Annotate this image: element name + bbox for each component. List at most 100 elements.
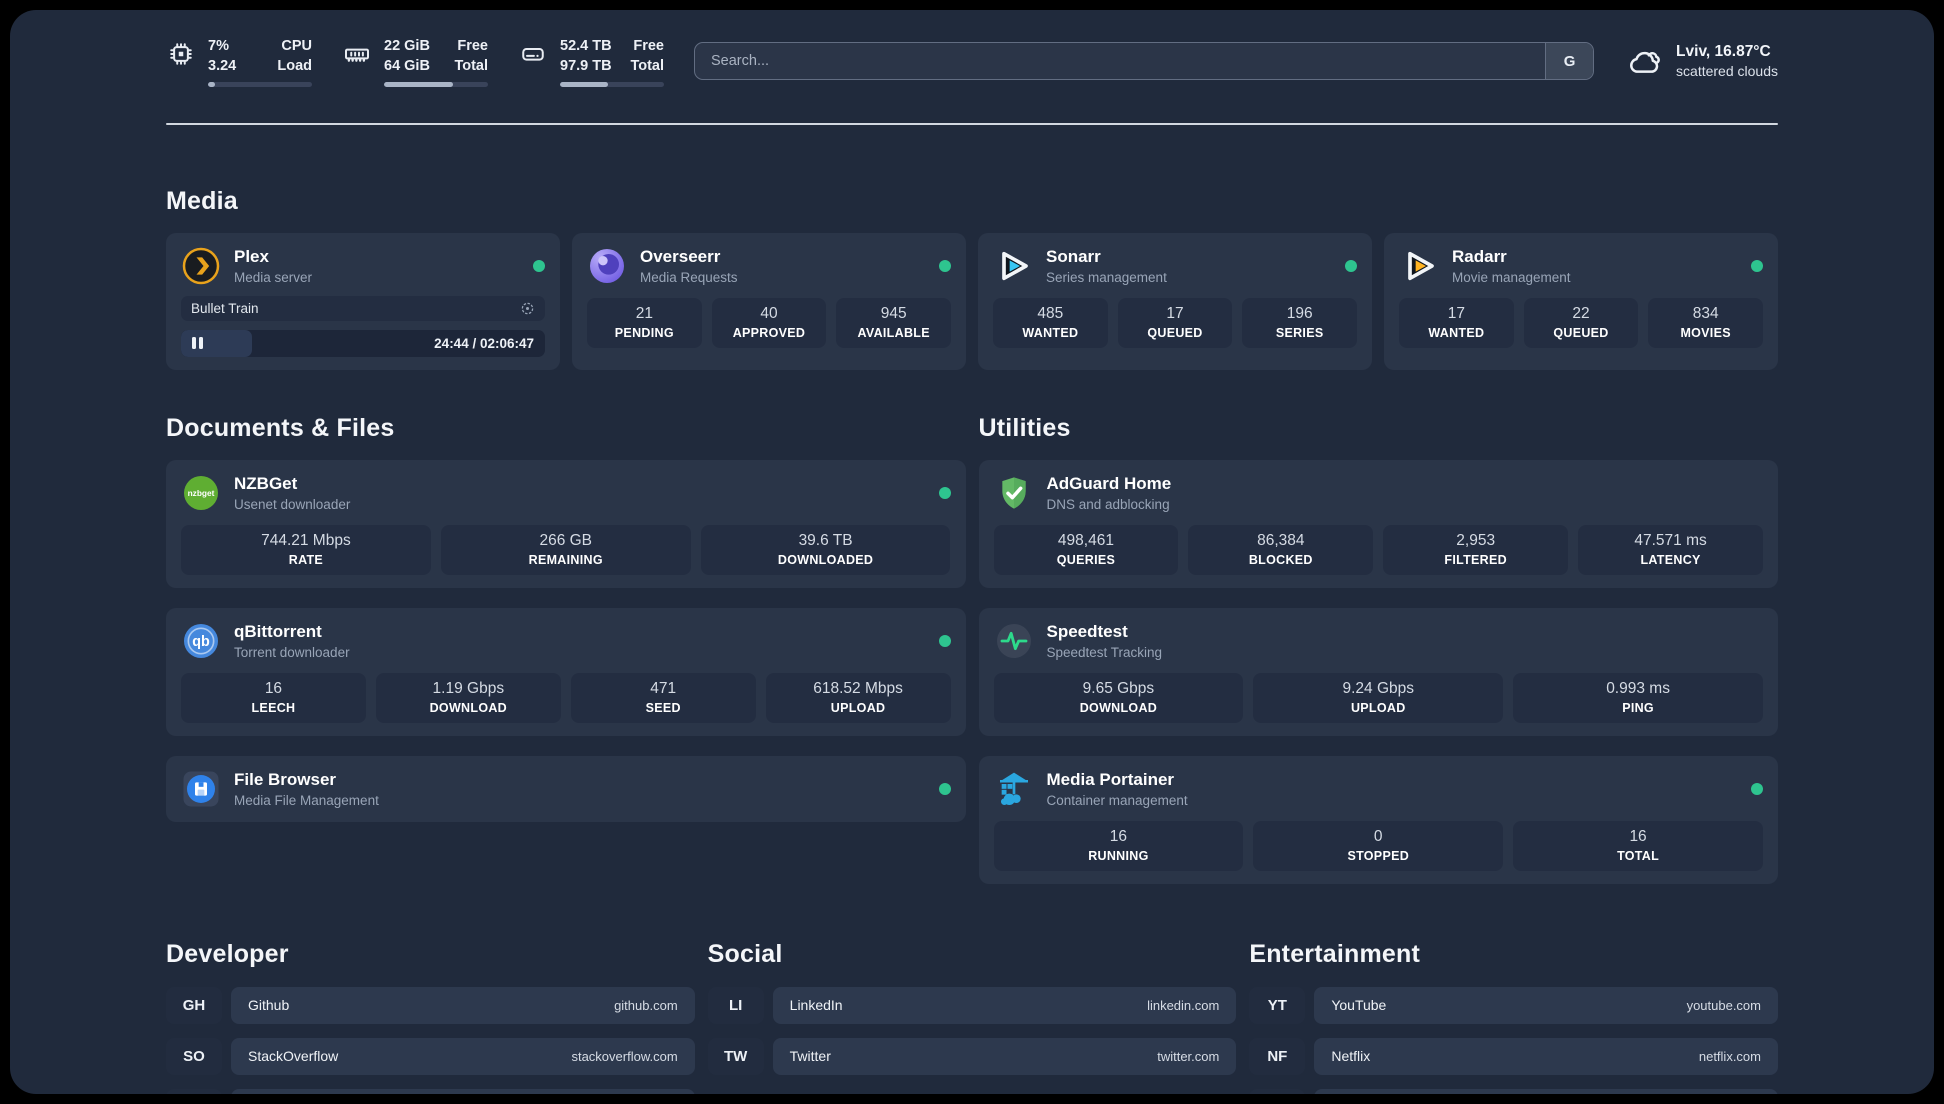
app-card-nzbget[interactable]: nzbget NZBGet Usenet downloader 744.21 M… (166, 459, 966, 588)
memory-stat: 22 GiB 64 GiB Free Total (342, 36, 488, 87)
weather-location-temp: Lviv, 16.87°C (1676, 43, 1771, 61)
cpu-progressbar (208, 81, 312, 87)
stat-tile: 2,953 FILTERED (1383, 524, 1569, 575)
playback-time: 24:44 / 02:06:47 (434, 335, 534, 351)
link-abbr[interactable]: GH (166, 986, 222, 1024)
link-row-github[interactable]: GH Github github.com (166, 986, 695, 1024)
stat-tile: 266 GB REMAINING (440, 524, 691, 575)
link-url: stackoverflow.com (571, 1048, 678, 1064)
status-dot-online (938, 634, 951, 647)
app-description: Media Requests (640, 269, 738, 285)
cpu-percent: 7% (208, 38, 229, 54)
ram-icon (345, 48, 370, 62)
app-card-portainer[interactable]: Media Portainer Container management 16 … (978, 755, 1778, 884)
link-label: Twitter (789, 1048, 831, 1065)
ram-free: 22 GiB (384, 38, 430, 54)
stat-tile: 22 QUEUED (1523, 297, 1639, 348)
link-row-twitter[interactable]: TW Twitter twitter.com (707, 1037, 1237, 1075)
app-name: Plex (234, 246, 269, 266)
stat-tile: 0 STOPPED (1253, 820, 1504, 871)
window-frame: 7% 3.24 CPU Load 22 GiB 64 GiB Free Tota… (0, 0, 1944, 1104)
app-card-overseerr[interactable]: Overseerr Media Requests 21 PENDING 40 A… (572, 232, 966, 370)
app-card-radarr[interactable]: Radarr Movie management 17 WANTED 22 QUE… (1384, 232, 1778, 370)
link-abbr[interactable]: SO (166, 1037, 222, 1075)
header-divider (166, 122, 1778, 125)
app-name: Sonarr (1046, 246, 1101, 266)
cloud-icon (1630, 52, 1660, 74)
stat-tile: 744.21 Mbps RATE (181, 524, 431, 575)
links-section-entertainment: Entertainment YT YouTube youtube.com NF … (1249, 940, 1778, 1094)
radarr-icon (1408, 251, 1434, 280)
status-dot-online (533, 259, 545, 272)
cpu-stat: 7% 3.24 CPU Load (166, 36, 312, 87)
ram-total: 64 GiB (384, 58, 430, 75)
now-playing-title: Bullet Train (191, 300, 259, 316)
app-description: Speedtest Tracking (1046, 644, 1163, 660)
stat-tile: 21 PENDING (587, 297, 702, 348)
link-abbr[interactable]: NF (1249, 1037, 1306, 1075)
link-abbr[interactable]: LI (707, 986, 764, 1024)
app-name: Speedtest (1046, 621, 1128, 641)
link-url: github.com (614, 997, 678, 1013)
now-playing-row: Bullet Train (181, 295, 545, 321)
link-row-youtube[interactable]: YT YouTube youtube.com (1249, 986, 1778, 1024)
app-description: Container management (1046, 792, 1188, 808)
cpu-load: 3.24 (208, 58, 237, 75)
app-card-plex[interactable]: Plex Media server Bullet Train 24:44 / 0… (166, 232, 560, 370)
link-abbr[interactable]: DT (166, 1088, 222, 1094)
section-title-utilities: Utilities (978, 413, 1071, 442)
stat-tile: 485 WANTED (993, 297, 1108, 348)
cpu-icon (170, 43, 192, 65)
link-abbr[interactable]: YT (1249, 986, 1306, 1024)
ram-progressbar (384, 81, 488, 87)
utilities-column: Utilities AdGuard Home DNS and adblockin… (978, 413, 1778, 884)
app-card-sonarr[interactable]: Sonarr Series management 485 WANTED 17 Q… (978, 232, 1372, 370)
app-card-filebrowser[interactable]: File Browser Media File Management (166, 755, 966, 822)
link-row-dev[interactable]: DT DEV dev.to (166, 1088, 695, 1094)
cog-icon[interactable] (520, 301, 535, 316)
pause-icon[interactable] (192, 337, 203, 350)
filebrowser-icon (183, 771, 219, 807)
stat-tile: 16 RUNNING (993, 820, 1244, 871)
stat-tile: 1.19 Gbps DOWNLOAD (375, 672, 561, 723)
link-abbr[interactable]: RE (1249, 1088, 1306, 1094)
search-input[interactable] (695, 43, 1546, 80)
link-row-stackoverflow[interactable]: SO StackOverflow stackoverflow.com (166, 1037, 695, 1075)
playback-progressbar[interactable]: 24:44 / 02:06:47 (181, 329, 545, 357)
app-description: Media server (234, 269, 313, 285)
status-dot-online (1751, 782, 1763, 795)
status-dot-online (938, 486, 951, 499)
stat-tile: 834 MOVIES (1648, 297, 1763, 348)
nzbget-icon: nzbget (184, 475, 218, 510)
app-card-qbittorrent[interactable]: qb qBittorrent Torrent downloader 16 LEE… (166, 607, 966, 736)
app-description: Movie management (1452, 269, 1571, 285)
link-label: StackOverflow (248, 1048, 339, 1065)
search-engine-button[interactable]: G (1545, 43, 1594, 80)
app-card-speedtest[interactable]: Speedtest Speedtest Tracking 9.65 Gbps D… (978, 607, 1778, 736)
ram-total-label: Total (454, 58, 488, 75)
speedtest-icon (996, 623, 1031, 658)
link-row-reddit[interactable]: RE Reddit reddit.com (1249, 1088, 1778, 1094)
disk-icon (522, 48, 544, 61)
stat-tile: 17 WANTED (1399, 297, 1514, 348)
header: 7% 3.24 CPU Load 22 GiB 64 GiB Free Tota… (166, 36, 1778, 87)
search-bar: G (694, 42, 1595, 81)
svg-text:qb: qb (192, 634, 210, 650)
media-grid: Plex Media server Bullet Train 24:44 / 0… (166, 232, 1778, 370)
link-row-linkedin[interactable]: LI LinkedIn linkedin.com (707, 986, 1237, 1024)
ram-free-label: Free (457, 38, 488, 54)
app-name: Overseerr (640, 246, 721, 266)
qbittorrent-icon: qb (184, 623, 218, 658)
links-section-developer: Developer GH Github github.com SO StackO… (166, 940, 695, 1094)
plex-icon (182, 247, 220, 284)
app-card-adguard[interactable]: AdGuard Home DNS and adblocking 498,461 … (978, 459, 1778, 588)
app-name: AdGuard Home (1046, 473, 1172, 493)
cpu-load-label: Load (277, 58, 312, 75)
app-name: File Browser (234, 769, 337, 789)
link-row-netflix[interactable]: NF Netflix netflix.com (1249, 1037, 1778, 1075)
link-url: youtube.com (1686, 997, 1761, 1013)
link-label: Netflix (1331, 1048, 1371, 1065)
link-abbr[interactable]: TW (707, 1037, 764, 1075)
app-description: Media File Management (234, 792, 379, 808)
status-dot-online (938, 782, 951, 795)
